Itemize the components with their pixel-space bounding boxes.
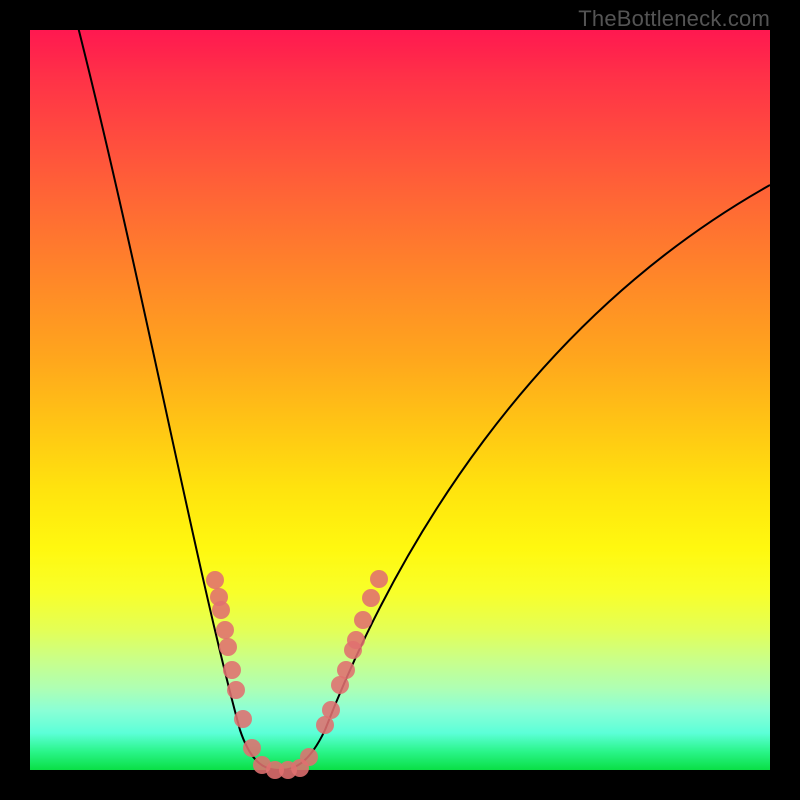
curve-marker-dot	[227, 681, 245, 699]
bottleneck-curve-line	[75, 15, 770, 770]
curve-marker-dot	[223, 661, 241, 679]
watermark-text: TheBottleneck.com	[578, 6, 770, 32]
curve-marker-dot	[370, 570, 388, 588]
curve-marker-dot	[234, 710, 252, 728]
curve-marker-dot	[347, 631, 365, 649]
curve-marker-dot	[300, 748, 318, 766]
bottleneck-chart-svg	[30, 30, 770, 770]
curve-marker-dot	[243, 739, 261, 757]
curve-marker-group	[206, 570, 388, 779]
curve-marker-dot	[219, 638, 237, 656]
curve-marker-dot	[322, 701, 340, 719]
curve-marker-dot	[362, 589, 380, 607]
curve-marker-dot	[354, 611, 372, 629]
curve-marker-dot	[216, 621, 234, 639]
curve-marker-dot	[212, 601, 230, 619]
curve-marker-dot	[206, 571, 224, 589]
curve-marker-dot	[337, 661, 355, 679]
chart-plot-area	[30, 30, 770, 770]
